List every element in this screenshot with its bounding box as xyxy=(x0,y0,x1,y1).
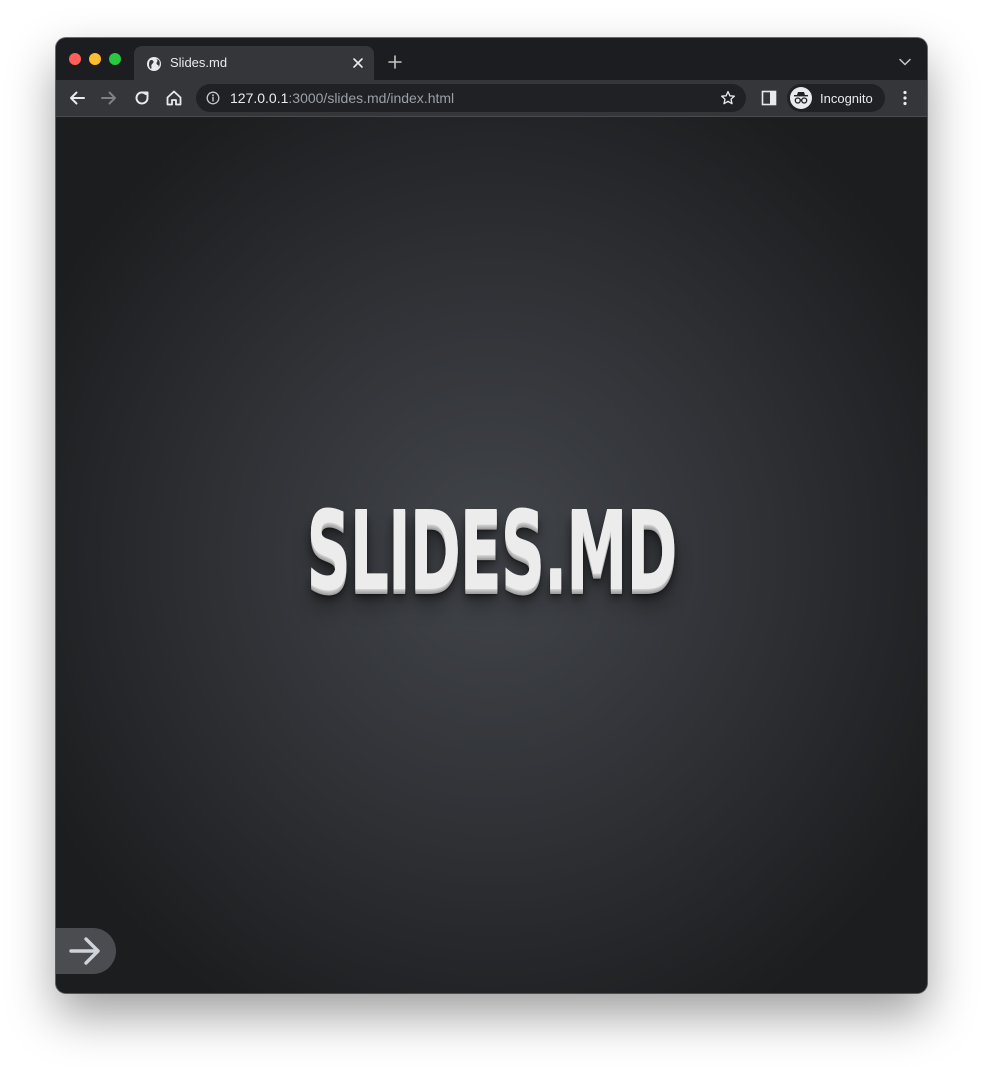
side-panel-icon[interactable] xyxy=(761,90,777,106)
globe-icon xyxy=(147,57,161,71)
url-text: 127.0.0.1:3000/slides.md/index.html xyxy=(230,90,454,106)
star-icon[interactable] xyxy=(720,90,736,106)
forward-button[interactable] xyxy=(99,88,119,108)
incognito-label: Incognito xyxy=(820,91,873,106)
close-window-button[interactable] xyxy=(69,53,81,65)
url-host: 127.0.0.1 xyxy=(230,90,289,106)
tab-strip: Slides.md xyxy=(56,38,927,80)
info-icon[interactable] xyxy=(206,91,220,105)
slide-title: SLIDES.MD xyxy=(306,487,678,615)
slide-viewport: SLIDES.MD xyxy=(56,117,927,993)
new-tab-button[interactable] xyxy=(388,55,402,69)
tab-title: Slides.md xyxy=(170,55,228,70)
arrow-right-icon xyxy=(69,937,100,965)
home-button[interactable] xyxy=(164,88,184,108)
kebab-menu-icon[interactable] xyxy=(898,89,912,107)
incognito-profile-button[interactable]: Incognito xyxy=(787,84,885,112)
incognito-icon xyxy=(790,87,812,109)
next-slide-button[interactable] xyxy=(56,928,116,974)
tab-slides[interactable]: Slides.md xyxy=(134,46,374,80)
chevron-down-icon[interactable] xyxy=(899,58,911,66)
reload-button[interactable] xyxy=(132,88,152,108)
close-icon[interactable] xyxy=(352,57,364,69)
minimize-window-button[interactable] xyxy=(89,53,101,65)
browser-toolbar: 127.0.0.1:3000/slides.md/index.html Inco… xyxy=(56,80,927,117)
url-path: :3000/slides.md/index.html xyxy=(288,90,455,106)
address-bar[interactable]: 127.0.0.1:3000/slides.md/index.html xyxy=(196,84,746,112)
back-button[interactable] xyxy=(67,88,87,108)
browser-window: Slides.md 127.0.0.1:3000/slides.md/index… xyxy=(56,38,927,993)
maximize-window-button[interactable] xyxy=(109,53,121,65)
